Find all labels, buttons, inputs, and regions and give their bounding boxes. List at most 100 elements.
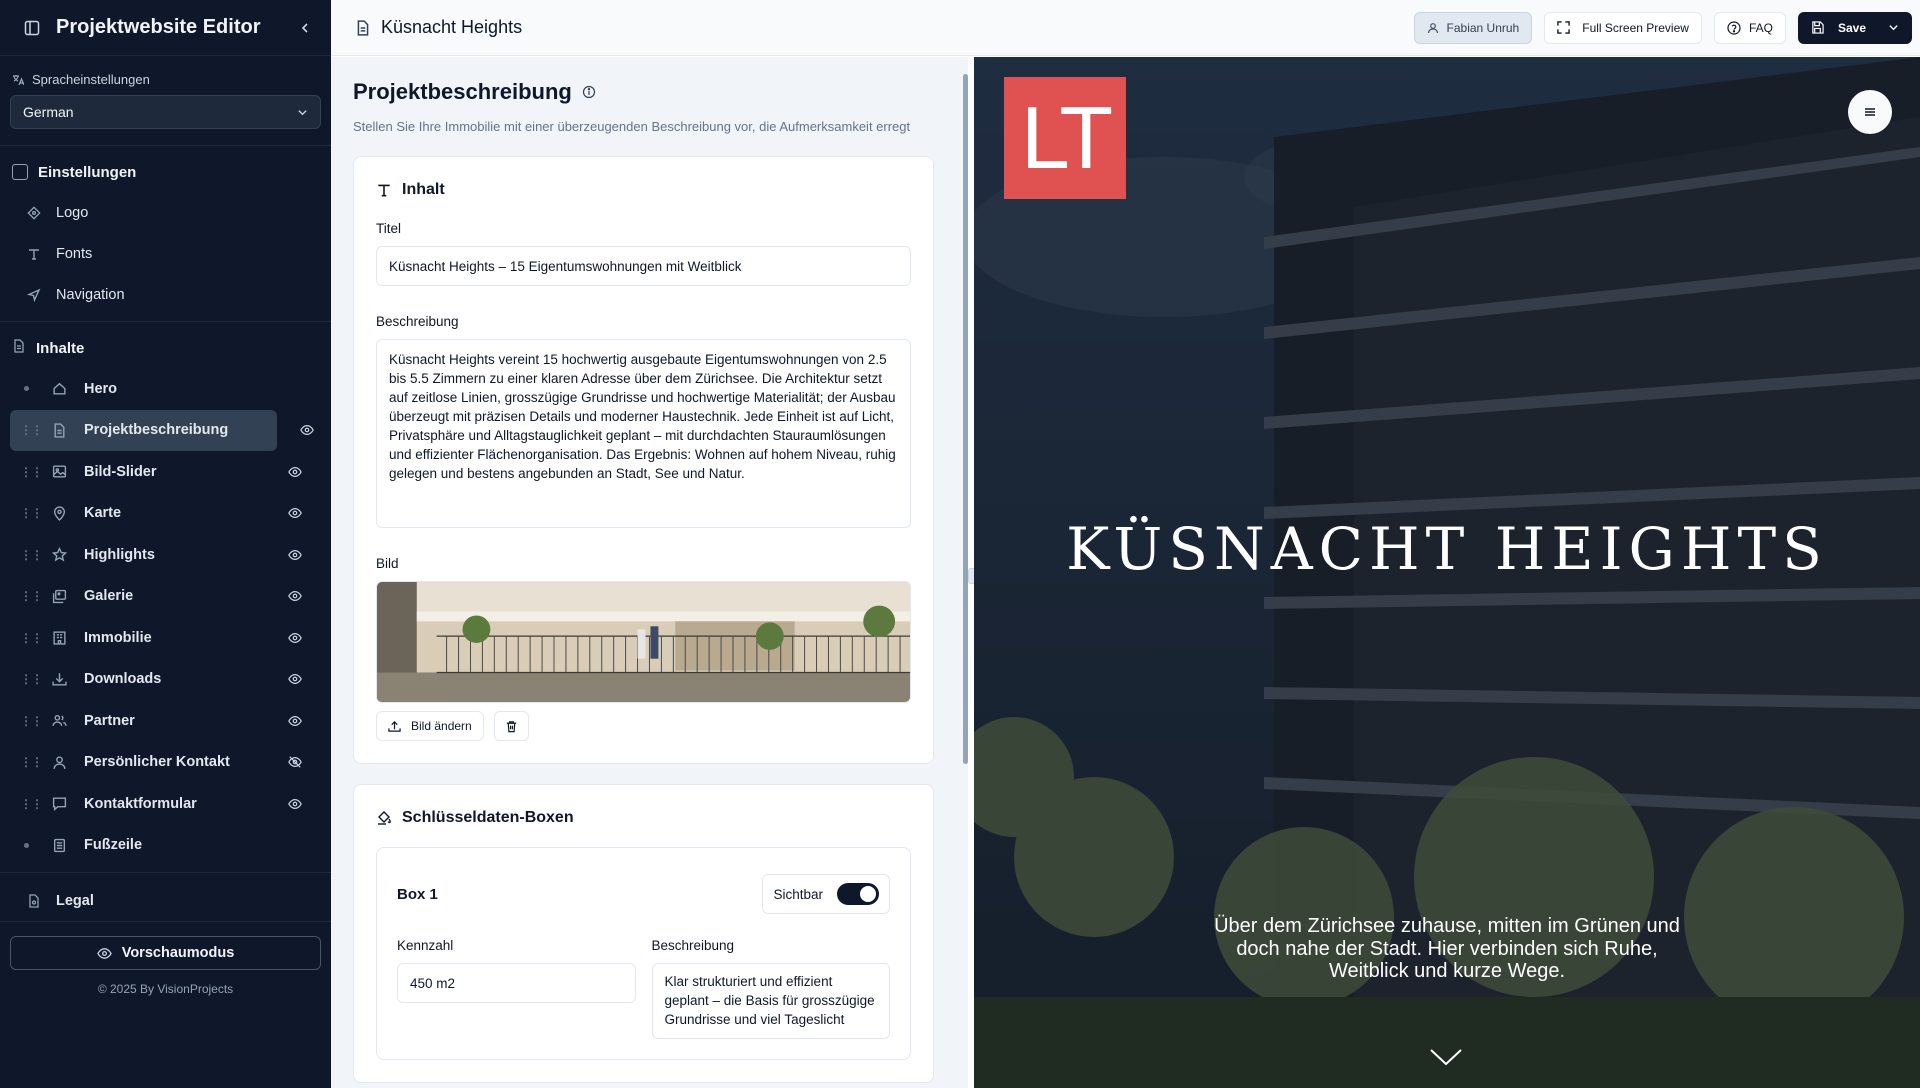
image-actions: Bild ändern [376, 711, 911, 741]
drag-handle-icon[interactable]: ⋮⋮ [20, 714, 43, 728]
eye-icon[interactable] [287, 588, 303, 604]
translate-icon [13, 74, 24, 85]
sidebar-item-downloads[interactable]: ⋮⋮ Downloads [10, 659, 321, 701]
drag-handle-icon[interactable]: ⋮⋮ [20, 423, 43, 437]
sidebar-item-legal[interactable]: Legal [0, 879, 331, 923]
chevron-down-icon [298, 109, 307, 115]
content-card: Inhalt Titel Küsnacht Heights – 15 Eigen… [353, 156, 934, 764]
sidebar-item-label: Kontaktformular [84, 795, 197, 812]
visibility-toggle[interactable] [837, 883, 879, 905]
sidebar-item-fonts[interactable]: Fonts [0, 233, 331, 274]
drag-handle-icon[interactable]: ⋮⋮ [20, 589, 43, 603]
save-button[interactable]: Save [1797, 11, 1912, 44]
logo-icon [26, 205, 42, 221]
user-button[interactable]: Fabian Unruh [1413, 11, 1533, 44]
sidebar-item-immobilie[interactable]: ⋮⋮ Immobilie [10, 617, 321, 659]
description-field-label: Beschreibung [376, 314, 459, 329]
eye-icon[interactable] [287, 713, 303, 729]
eye-icon[interactable] [287, 796, 303, 812]
page-title: Küsnacht Heights [355, 17, 1402, 38]
sidebar-item-hero[interactable]: Hero [10, 368, 321, 410]
sidebar-item-kontaktformular[interactable]: ⋮⋮ Kontaktformular [10, 783, 321, 825]
drag-handle-icon[interactable]: ⋮⋮ [20, 465, 43, 479]
section-dot-icon [20, 386, 32, 392]
topbar: Küsnacht Heights Fabian Unruh Full Scree… [331, 0, 1920, 56]
info-icon[interactable] [582, 85, 596, 99]
sidebar-item-highlights[interactable]: ⋮⋮ Highlights [10, 534, 321, 576]
sidebar-item-fußzeile[interactable]: Fußzeile [10, 825, 321, 867]
visibility-control: Sichtbar [762, 874, 890, 914]
full-screen-preview-button[interactable]: Full Screen Preview [1544, 11, 1702, 44]
settings-group: Einstellungen [0, 152, 331, 192]
collapse-sidebar-button[interactable] [293, 16, 317, 40]
eye-icon[interactable] [287, 671, 303, 687]
type-icon [26, 246, 42, 262]
language-settings: Spracheinstellungen German [0, 56, 331, 146]
drag-handle-icon[interactable]: ⋮⋮ [20, 755, 43, 769]
sidebar-item-label: Karte [84, 505, 122, 522]
menu-icon [1865, 108, 1875, 116]
scroll-down-chevron-icon[interactable] [1429, 1047, 1463, 1067]
faq-button[interactable]: FAQ [1713, 11, 1786, 44]
eye-off-icon[interactable] [287, 754, 303, 770]
section-dot-icon [20, 842, 32, 848]
navigation-icon [26, 287, 42, 303]
sidebar-item-bild-slider[interactable]: ⋮⋮ Bild-Slider [10, 451, 321, 493]
sidebar-item-projektbeschreibung[interactable]: ⋮⋮ Projektbeschreibung [10, 409, 314, 451]
type-icon [378, 184, 390, 197]
star-icon [50, 546, 68, 564]
preview-menu-button[interactable] [1848, 90, 1892, 134]
key-boxes-title: Schlüsseldaten-Boxen [376, 809, 911, 827]
save-icon [1812, 21, 1824, 34]
language-selected: German [23, 104, 74, 120]
user-icon [50, 753, 68, 771]
document-icon [357, 19, 369, 36]
sidebar-item-logo[interactable]: Logo [0, 192, 331, 233]
app-title: Projektwebsite Editor [56, 16, 261, 38]
preview-mode-button[interactable]: Vorschaumodus [10, 936, 321, 970]
sidebar-item-partner[interactable]: ⋮⋮ Partner [10, 700, 321, 742]
kpi-input[interactable]: 450 m2 [397, 963, 636, 1003]
help-icon [1727, 20, 1741, 35]
footer-icon [50, 836, 68, 854]
drag-handle-icon[interactable]: ⋮⋮ [20, 672, 43, 686]
sidebar-item-label: Hero [84, 380, 118, 397]
sidebar-item-label: Highlights [84, 546, 155, 563]
drag-handle-icon[interactable]: ⋮⋮ [20, 797, 43, 811]
sidebar-item-galerie[interactable]: ⋮⋮ Galerie [10, 576, 321, 618]
description-textarea[interactable]: Küsnacht Heights vereint 15 hochwertig a… [376, 339, 911, 528]
editor-scrollbar[interactable] [963, 74, 968, 764]
website-preview: LT KÜSNACHT HEIGHTS Über dem Zürichsee z… [974, 57, 1920, 1088]
trash-icon [506, 720, 516, 732]
box-description-textarea[interactable]: Klar strukturiert und effizient geplant … [651, 963, 890, 1039]
sidebar-footer: Vorschaumodus © 2025 By VisionProjects [0, 921, 331, 1088]
delete-image-button[interactable] [493, 711, 529, 741]
paint-bucket-icon [378, 811, 391, 825]
drag-handle-icon[interactable]: ⋮⋮ [20, 548, 43, 562]
key-boxes-card: Schlüsseldaten-Boxen Box 1 Sichtbar Kenn… [353, 784, 934, 1083]
title-input[interactable]: Küsnacht Heights – 15 Eigentumswohnungen… [376, 246, 911, 286]
sidebar-item-persönlicher-kontakt[interactable]: ⋮⋮ Persönlicher Kontakt [10, 742, 321, 784]
language-select[interactable]: German [10, 95, 321, 129]
sidebar-item-karte[interactable]: ⋮⋮ Karte [10, 493, 321, 535]
eye-icon[interactable] [287, 505, 303, 521]
eye-icon[interactable] [287, 630, 303, 646]
eye-icon[interactable] [287, 464, 303, 480]
chevron-left-icon [301, 22, 308, 33]
image-icon [50, 463, 68, 481]
preview-title: KÜSNACHT HEIGHTS [1066, 515, 1828, 583]
drag-handle-icon[interactable]: ⋮⋮ [20, 631, 43, 645]
eye-icon[interactable] [287, 547, 303, 563]
editor-heading: Projektbeschreibung [353, 79, 934, 105]
project-image [376, 581, 911, 703]
chevron-down-icon[interactable] [1888, 22, 1899, 33]
change-image-button[interactable]: Bild ändern [376, 711, 484, 741]
preview-subtitle: Über dem Zürichsee zuhause, mitten im Gr… [1214, 915, 1680, 982]
eye-icon[interactable] [299, 422, 315, 438]
user-icon [1427, 22, 1438, 33]
key-box-1: Box 1 Sichtbar Kennzahl 450 m2 Beschreib… [376, 847, 911, 1060]
upload-icon [388, 720, 401, 732]
drag-handle-icon[interactable]: ⋮⋮ [20, 506, 43, 520]
editor-subheading: Stellen Sie Ihre Immobilie mit einer übe… [353, 119, 911, 134]
sidebar-item-navigation[interactable]: Navigation [0, 274, 331, 315]
